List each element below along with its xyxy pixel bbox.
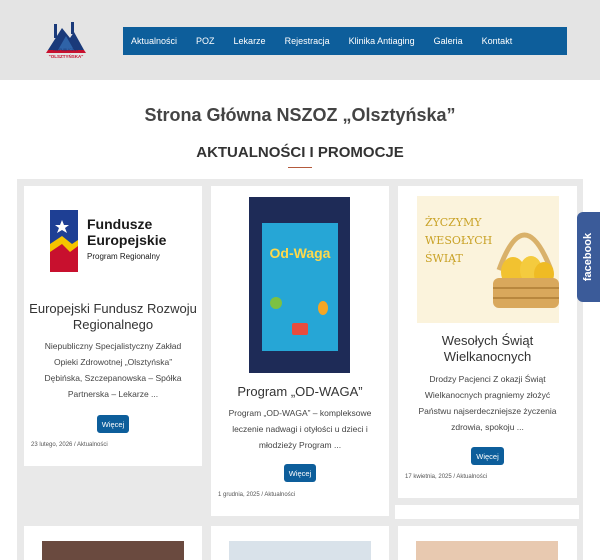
news-card bbox=[24, 526, 202, 560]
card-date: 1 grudnia, 2025 bbox=[218, 492, 260, 498]
more-button[interactable]: Więcej bbox=[97, 415, 129, 433]
card-meta: 1 grudnia, 2025 / Aktualności bbox=[218, 492, 296, 498]
card-excerpt: Program „OD-WAGA” – kompleksowe leczenie… bbox=[228, 408, 372, 450]
card-image-patients-photo[interactable] bbox=[416, 541, 558, 560]
clinic-logo[interactable]: NIEPUBLICZNY "OLSZTYŃSKA" bbox=[44, 20, 88, 68]
card-category-link[interactable]: Aktualności bbox=[77, 442, 108, 448]
card-date: 17 kwietnia, 2025 bbox=[405, 474, 452, 480]
nav-item-galeria[interactable]: Galeria bbox=[434, 36, 463, 46]
card-title[interactable]: Wesołych Świąt Wielkanocnych bbox=[398, 333, 577, 365]
fruit-icon bbox=[318, 301, 328, 315]
site-header: NIEPUBLICZNY "OLSZTYŃSKA" Aktualności PO… bbox=[0, 0, 600, 80]
main-nav: Aktualności POZ Lekarze Rejestracja Klin… bbox=[123, 27, 567, 55]
card-date: 23 lutego, 2026 bbox=[31, 442, 73, 448]
card-image-eu-funds[interactable]: Fundusze Europejskie Program Regionalny bbox=[50, 210, 180, 274]
news-card bbox=[398, 526, 577, 560]
more-button[interactable]: Więcej bbox=[471, 447, 504, 465]
nav-item-lekarze[interactable]: Lekarze bbox=[234, 36, 266, 46]
card-image-doctor-photo[interactable] bbox=[229, 541, 371, 560]
more-button[interactable]: Więcej bbox=[284, 464, 316, 482]
apple-icon bbox=[270, 297, 282, 309]
nav-item-aktualnosci[interactable]: Aktualności bbox=[131, 36, 177, 46]
section-title: AKTUALNOŚCI I PROMOCJE bbox=[196, 144, 404, 161]
card-category-link[interactable]: Aktualności bbox=[456, 474, 487, 480]
easter-basket-icon bbox=[493, 232, 559, 308]
eu-funds-title-1: Fundusze bbox=[87, 216, 153, 232]
logo-text: "OLSZTYŃSKA" bbox=[48, 54, 84, 59]
news-card bbox=[211, 526, 389, 560]
card-title[interactable]: Program „OD-WAGA” bbox=[211, 384, 389, 400]
news-card: ŻYCZYMY WESOŁYCH ŚWIĄT Wesołych Świąt Wi… bbox=[398, 186, 577, 498]
card-title[interactable]: Europejski Fundusz Rozwoju Regionalnego bbox=[24, 301, 202, 333]
od-waga-book-cover: Od-Waga bbox=[262, 223, 338, 351]
easter-greeting-3: ŚWIĄT bbox=[425, 252, 463, 265]
easter-greeting-2: WESOŁYCH bbox=[425, 234, 493, 247]
nav-item-kontakt[interactable]: Kontakt bbox=[482, 36, 513, 46]
card-image-od-waga[interactable]: Od-Waga bbox=[249, 197, 350, 373]
facebook-label: facebook bbox=[582, 232, 595, 282]
nav-item-rejestracja[interactable]: Rejestracja bbox=[285, 36, 330, 46]
card-excerpt: Niepubliczny Specjalistyczny Zakład Opie… bbox=[44, 341, 182, 399]
nav-item-poz[interactable]: POZ bbox=[196, 36, 215, 46]
card-meta: 17 kwietnia, 2025 / Aktualności bbox=[405, 474, 488, 480]
eu-funds-subtitle: Program Regionalny bbox=[87, 252, 160, 261]
news-card: Od-Waga Program „OD-WAGA” Program „OD-WA… bbox=[211, 186, 389, 516]
nav-item-klinika-antiaging[interactable]: Klinika Antiaging bbox=[349, 36, 415, 46]
news-card-spacer bbox=[395, 505, 579, 519]
logo-subtitle: NIEPUBLICZNY bbox=[53, 48, 79, 52]
title-divider bbox=[288, 167, 312, 168]
od-waga-cover-title: Od-Waga bbox=[269, 245, 331, 261]
eu-funds-icon bbox=[50, 210, 78, 272]
card-image-clinic-photo[interactable] bbox=[42, 541, 184, 560]
card-category-link[interactable]: Aktualności bbox=[264, 492, 295, 498]
eu-funds-title-2: Europejskie bbox=[87, 232, 167, 248]
scale-icon bbox=[292, 323, 308, 335]
easter-greeting-1: ŻYCZYMY bbox=[425, 216, 482, 229]
card-excerpt: Drodzy Pacjenci Z okazji Świąt Wielkanoc… bbox=[418, 374, 557, 432]
facebook-tab[interactable]: facebook bbox=[577, 212, 600, 302]
card-image-easter[interactable]: ŻYCZYMY WESOŁYCH ŚWIĄT bbox=[417, 196, 559, 323]
news-card: Fundusze Europejskie Program Regionalny … bbox=[24, 186, 202, 466]
card-meta: 23 lutego, 2026 / Aktualności bbox=[31, 442, 108, 448]
page-title: Strona Główna NSZOZ „Olsztyńska” bbox=[144, 105, 456, 125]
